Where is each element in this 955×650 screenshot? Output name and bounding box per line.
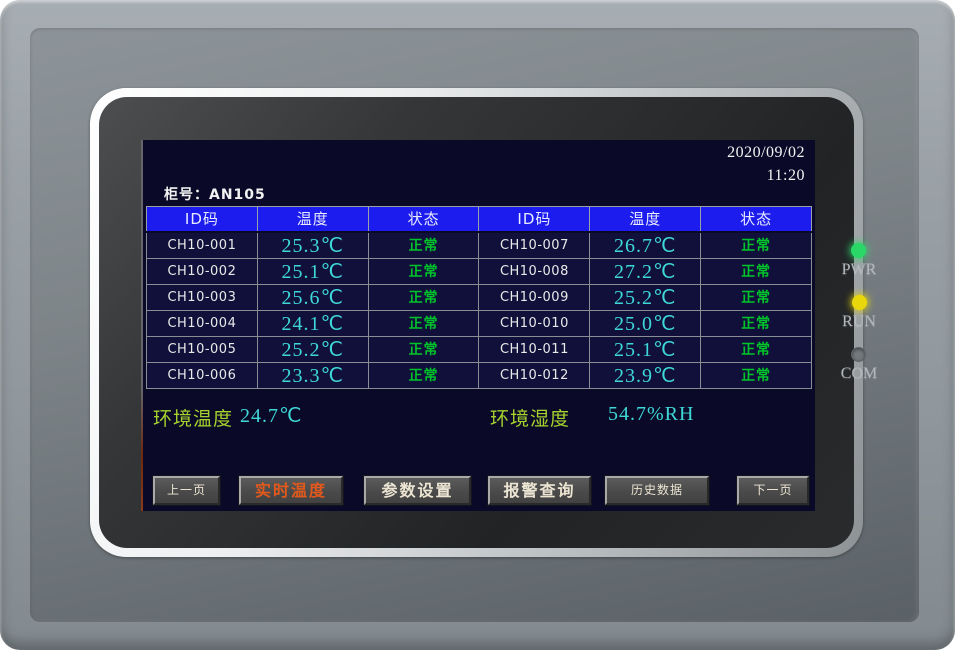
ambient-humidity-value: 54.7%RH xyxy=(608,403,694,426)
temperature-cell: 24.1℃ xyxy=(257,310,368,336)
run-led-indicator-icon xyxy=(852,295,867,310)
com-led-indicator-icon xyxy=(851,347,866,362)
ambient-temp-label: 环境温度 xyxy=(153,404,233,431)
status-cell: 正常 xyxy=(701,362,812,388)
param-settings-button[interactable]: 参数设置 xyxy=(364,476,471,505)
column-header: ID码 xyxy=(479,207,590,232)
cabinet-label: 柜号：AN105 xyxy=(164,184,266,204)
pwr-led-block: PWR xyxy=(842,243,877,282)
status-cell: 正常 xyxy=(368,362,479,388)
realtime-temp-button[interactable]: 实时温度 xyxy=(239,476,343,505)
status-cell: 正常 xyxy=(701,310,812,336)
channel-id-cell: CH10-005 xyxy=(147,336,258,362)
channel-id-cell: CH10-012 xyxy=(479,362,590,388)
channel-id-cell: CH10-011 xyxy=(479,336,590,362)
com-led-block: COM xyxy=(841,347,877,386)
status-cell: 正常 xyxy=(368,336,479,362)
lcd-edge-artifact xyxy=(141,388,143,511)
pwr-led-label: PWR xyxy=(842,261,877,279)
alarm-query-button[interactable]: 报警查询 xyxy=(488,476,591,505)
temperature-cell: 26.7℃ xyxy=(590,232,701,259)
temperature-cell: 25.1℃ xyxy=(257,258,368,284)
next-page-button[interactable]: 下一页 xyxy=(737,476,809,505)
channel-id-cell: CH10-007 xyxy=(479,232,590,259)
table-row: CH10-00325.6℃正常CH10-00925.2℃正常 xyxy=(147,284,812,310)
channel-id-cell: CH10-010 xyxy=(479,310,590,336)
channel-id-cell: CH10-006 xyxy=(147,362,258,388)
channel-id-cell: CH10-003 xyxy=(147,284,258,310)
table-row: CH10-00225.1℃正常CH10-00827.2℃正常 xyxy=(147,258,812,284)
ambient-temp-value: 24.7℃ xyxy=(240,403,302,428)
temperature-cell: 23.9℃ xyxy=(590,362,701,388)
temperature-cell: 25.3℃ xyxy=(257,232,368,259)
history-data-button[interactable]: 历史数据 xyxy=(605,476,709,505)
screen-frame: 2020/09/02 11:20 柜号：AN105 ID码温度状态ID码温度状态… xyxy=(90,88,863,557)
table-row: CH10-00525.2℃正常CH10-01125.1℃正常 xyxy=(147,336,812,362)
column-header: 温度 xyxy=(257,207,368,232)
channel-id-cell: CH10-001 xyxy=(147,232,258,259)
temperature-cell: 25.0℃ xyxy=(590,310,701,336)
column-header: 状态 xyxy=(701,207,812,232)
status-cell: 正常 xyxy=(368,284,479,310)
channel-id-cell: CH10-004 xyxy=(147,310,258,336)
run-led-block: RUN xyxy=(842,295,876,334)
column-header: 状态 xyxy=(368,207,479,232)
column-header: 温度 xyxy=(590,207,701,232)
time-display: 11:20 xyxy=(767,167,805,185)
cabinet-label-text: 柜号： xyxy=(164,187,209,203)
hmi-device: 2020/09/02 11:20 柜号：AN105 ID码温度状态ID码温度状态… xyxy=(0,0,955,650)
led-strip: PWR RUN COM xyxy=(825,243,893,386)
table-row: CH10-00125.3℃正常CH10-00726.7℃正常 xyxy=(147,232,812,259)
temperature-cell: 25.2℃ xyxy=(590,284,701,310)
date-display: 2020/09/02 xyxy=(727,144,805,162)
run-led-label: RUN xyxy=(842,313,876,331)
pwr-led-indicator-icon xyxy=(851,243,866,258)
lcd-screen: 2020/09/02 11:20 柜号：AN105 ID码温度状态ID码温度状态… xyxy=(143,140,815,511)
channel-id-cell: CH10-009 xyxy=(479,284,590,310)
ambient-humidity-label: 环境湿度 xyxy=(490,404,570,431)
com-led-label: COM xyxy=(841,365,877,383)
temperature-cell: 27.2℃ xyxy=(590,258,701,284)
screen-bezel: 2020/09/02 11:20 柜号：AN105 ID码温度状态ID码温度状态… xyxy=(99,97,854,548)
table-row: CH10-00623.3℃正常CH10-01223.9℃正常 xyxy=(147,362,812,388)
status-cell: 正常 xyxy=(368,232,479,259)
prev-page-button[interactable]: 上一页 xyxy=(153,476,220,505)
cabinet-number: AN105 xyxy=(209,187,266,203)
status-cell: 正常 xyxy=(368,258,479,284)
temperature-cell: 23.3℃ xyxy=(257,362,368,388)
front-panel: 2020/09/02 11:20 柜号：AN105 ID码温度状态ID码温度状态… xyxy=(30,28,919,622)
status-cell: 正常 xyxy=(701,284,812,310)
column-header: ID码 xyxy=(147,207,258,232)
channel-id-cell: CH10-002 xyxy=(147,258,258,284)
channel-table: ID码温度状态ID码温度状态CH10-00125.3℃正常CH10-00726.… xyxy=(146,206,812,389)
temperature-cell: 25.1℃ xyxy=(590,336,701,362)
status-cell: 正常 xyxy=(701,232,812,259)
status-cell: 正常 xyxy=(701,336,812,362)
table-row: CH10-00424.1℃正常CH10-01025.0℃正常 xyxy=(147,310,812,336)
temperature-cell: 25.6℃ xyxy=(257,284,368,310)
channel-id-cell: CH10-008 xyxy=(479,258,590,284)
status-cell: 正常 xyxy=(701,258,812,284)
status-cell: 正常 xyxy=(368,310,479,336)
temperature-cell: 25.2℃ xyxy=(257,336,368,362)
